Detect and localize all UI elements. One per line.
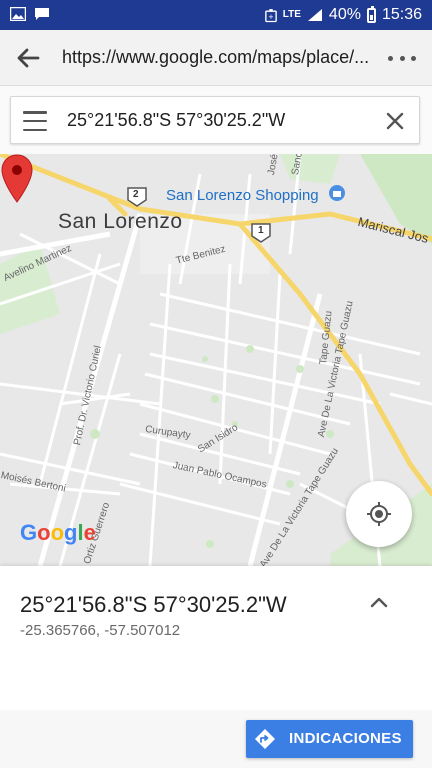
shopping-icon — [329, 185, 345, 201]
my-location-button[interactable] — [346, 481, 412, 547]
place-title: 25°21'56.8"S 57°30'25.2"W — [20, 592, 287, 617]
route-shield-2-label: 2 — [133, 189, 139, 200]
my-location-icon — [367, 502, 391, 526]
data-saver-icon: + — [264, 8, 277, 22]
close-icon[interactable] — [383, 109, 407, 133]
clock: 15:36 — [381, 6, 422, 23]
directions-button[interactable]: INDICACIONES — [246, 720, 413, 758]
map-view[interactable]: San Lorenzo San Lorenzo Shopping Marisca… — [0, 154, 432, 566]
hamburger-icon[interactable] — [23, 111, 47, 131]
more-horizontal-icon[interactable] — [388, 50, 416, 66]
footer-bar: INDICACIONES — [0, 710, 432, 768]
logo-letter: o — [37, 520, 51, 545]
image-icon — [10, 7, 26, 21]
directions-icon — [255, 729, 275, 749]
directions-label: INDICACIONES — [289, 730, 402, 747]
city-label: San Lorenzo — [58, 210, 183, 233]
logo-letter: e — [83, 520, 96, 545]
battery-percent: 40% — [328, 6, 361, 23]
logo-letter: o — [50, 520, 65, 545]
network-type: LTE — [282, 9, 301, 20]
search-input[interactable]: 25°21'56.8"S 57°30'25.2"W — [67, 110, 285, 131]
search-container: 25°21'56.8"S 57°30'25.2"W — [0, 86, 432, 154]
signal-icon — [307, 9, 322, 21]
logo-letter: G — [20, 520, 38, 545]
google-logo: Google — [20, 520, 96, 546]
browser-toolbar: https://www.google.com/maps/place/... — [0, 30, 432, 86]
chevron-up-icon[interactable] — [370, 596, 388, 608]
logo-letter: g — [64, 520, 78, 545]
battery-icon — [366, 5, 376, 23]
status-bar: + LTE 40% 15:36 — [0, 0, 432, 30]
search-bar[interactable]: 25°21'56.8"S 57°30'25.2"W — [10, 96, 420, 144]
place-decimal-coords: -25.365766, -57.507012 — [20, 622, 181, 639]
svg-text:+: + — [268, 12, 274, 20]
url-field[interactable]: https://www.google.com/maps/place/... — [62, 47, 372, 68]
route-shield-1-label: 1 — [258, 225, 264, 236]
message-icon — [35, 8, 49, 20]
place-sheet[interactable]: 25°21'56.8"S 57°30'25.2"W -25.365766, -5… — [0, 566, 432, 710]
arrow-left-icon[interactable] — [14, 44, 42, 72]
location-pin-icon[interactable] — [0, 154, 34, 204]
poi-label[interactable]: San Lorenzo Shopping — [166, 187, 319, 204]
